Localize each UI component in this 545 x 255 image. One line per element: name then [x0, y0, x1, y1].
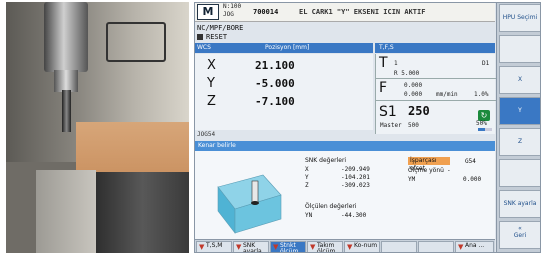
- feed-label: F: [379, 80, 388, 96]
- spindle-head: [44, 2, 88, 72]
- ym-label: YM: [408, 176, 416, 183]
- top-status-bar: M N:100 JOG 700014 EL CARK1 "Y" EKSENI I…: [195, 3, 495, 22]
- axis-position-panel: X 21.100 Y -5.000 Z -7.100: [195, 54, 373, 130]
- reset-icon: [197, 34, 203, 40]
- tool-chuck: [54, 70, 78, 92]
- softkey-arrow-icon: ▼: [236, 243, 242, 251]
- softkey-snk-set[interactable]: ▼ SNK ayarla: [233, 241, 269, 252]
- tool-number: 1: [394, 60, 398, 67]
- measure-direction-label: Ölçme yönü: [408, 167, 444, 174]
- softkey-arrow-icon: ▼: [273, 243, 279, 251]
- axis-row-y: Y -5.000: [207, 76, 295, 91]
- vkey-empty-1[interactable]: [499, 35, 540, 63]
- machine-photo: [6, 2, 189, 253]
- softkey-arrow-icon: ▼: [458, 243, 464, 251]
- mode-indicator: N:100 JOG: [223, 3, 242, 18]
- vkey-y[interactable]: Y: [499, 97, 540, 125]
- spindle-override: 50%: [476, 120, 487, 127]
- vkey-z[interactable]: Z: [499, 128, 540, 156]
- softkey-main[interactable]: ▼ Ana ...: [455, 241, 494, 252]
- position-header: WCS Pozisyon [mm]: [195, 43, 373, 53]
- softkey-empty-1[interactable]: [381, 241, 417, 252]
- workpiece-3d-icon: [217, 174, 282, 234]
- snk-z-value: -309.023: [341, 182, 370, 189]
- feed-override: 1.0%: [474, 91, 489, 98]
- horizontal-softkey-bar: ▼ T,S,M ▼ SNK ayarla ▼ Stnkt ölçüm ▼ Takım ö…: [195, 239, 495, 252]
- work-offset-line: JOG54: [197, 131, 216, 138]
- back-arrow-icon: «: [518, 225, 522, 232]
- measured-value: -44.300: [341, 212, 367, 219]
- measure-direction-value[interactable]: -: [447, 167, 451, 174]
- alarm-code: 700014: [253, 8, 279, 16]
- ym-value[interactable]: 0.000: [463, 176, 481, 183]
- spindle-load-bar: [478, 128, 492, 131]
- cnc-control-screen: M N:100 JOG 700014 EL CARK1 "Y" EKSENI I…: [194, 2, 541, 253]
- machine-mode-logo: M: [197, 4, 219, 20]
- softkey-arrow-icon: ▼: [347, 243, 353, 251]
- softkey-tool-measure[interactable]: ▼ Takım ölçüm: [307, 241, 343, 252]
- measured-title: Ölçülen değerleri: [305, 203, 357, 210]
- edge-setting-panel: SNK değerleri X -209.949 Y -104.201 Z -3…: [195, 151, 495, 239]
- tfs-panel: T 1 D1 R 5.000 F 0.000 0.000 mm/min 1.0%…: [375, 54, 496, 134]
- vise-jaw: [96, 172, 189, 253]
- tool-radius: R 5.000: [394, 70, 420, 77]
- tool-label: T: [379, 55, 388, 71]
- softkey-tsm[interactable]: ▼ T,S,M: [196, 241, 232, 252]
- vkey-back[interactable]: « Geri: [499, 221, 540, 249]
- machine-table: [36, 170, 96, 253]
- feed-unit: mm/min: [436, 91, 458, 98]
- softkey-workpiece-measure[interactable]: ▼ Stnkt ölçüm: [270, 241, 306, 252]
- snk-y-value: -104.201: [341, 174, 370, 181]
- alarm-message: EL CARK1 "Y" EKSENI ICIN AKTIF: [299, 8, 426, 16]
- master-value: 500: [408, 122, 419, 129]
- vkey-x[interactable]: X: [499, 66, 540, 94]
- tfs-header: T,F,S: [375, 43, 495, 53]
- snk-x-value: -209.949: [341, 166, 370, 173]
- softkey-arrow-icon: ▼: [199, 243, 205, 251]
- softkey-arrow-icon: ▼: [310, 243, 316, 251]
- edge-setting-header: Kenar belirle: [195, 141, 495, 151]
- snk-title: SNK değerleri: [305, 157, 347, 164]
- axis-row-x: X 21.100: [207, 58, 295, 73]
- feed-value: 0.000: [404, 82, 423, 89]
- softkey-position[interactable]: ▼ Ko-num: [344, 241, 380, 252]
- channel-status: RESET: [195, 33, 495, 42]
- vkey-hpu-select[interactable]: HPU Seçimi: [499, 4, 540, 32]
- vkey-empty-2[interactable]: [499, 159, 540, 187]
- program-path: NC/MPF/BORE: [197, 24, 244, 32]
- tool-edge: D1: [482, 60, 490, 67]
- vkey-snk-set[interactable]: SNK ayarla: [499, 190, 540, 218]
- vertical-softkey-bar: HPU Seçimi X Y Z SNK ayarla « Geri: [496, 3, 540, 252]
- spindle-label: S1: [379, 104, 397, 120]
- machine-bracket: [106, 22, 166, 62]
- softkey-empty-2[interactable]: [418, 241, 454, 252]
- feed-actual: 0.000: [404, 91, 423, 98]
- axis-row-z: Z -7.100: [207, 94, 295, 109]
- work-offset-field[interactable]: İşparçası ofset: [408, 157, 450, 172]
- master-label: Master: [380, 122, 402, 129]
- work-offset-value[interactable]: G54: [465, 158, 476, 165]
- end-mill-tool: [62, 90, 71, 132]
- spindle-speed: 250: [408, 104, 430, 118]
